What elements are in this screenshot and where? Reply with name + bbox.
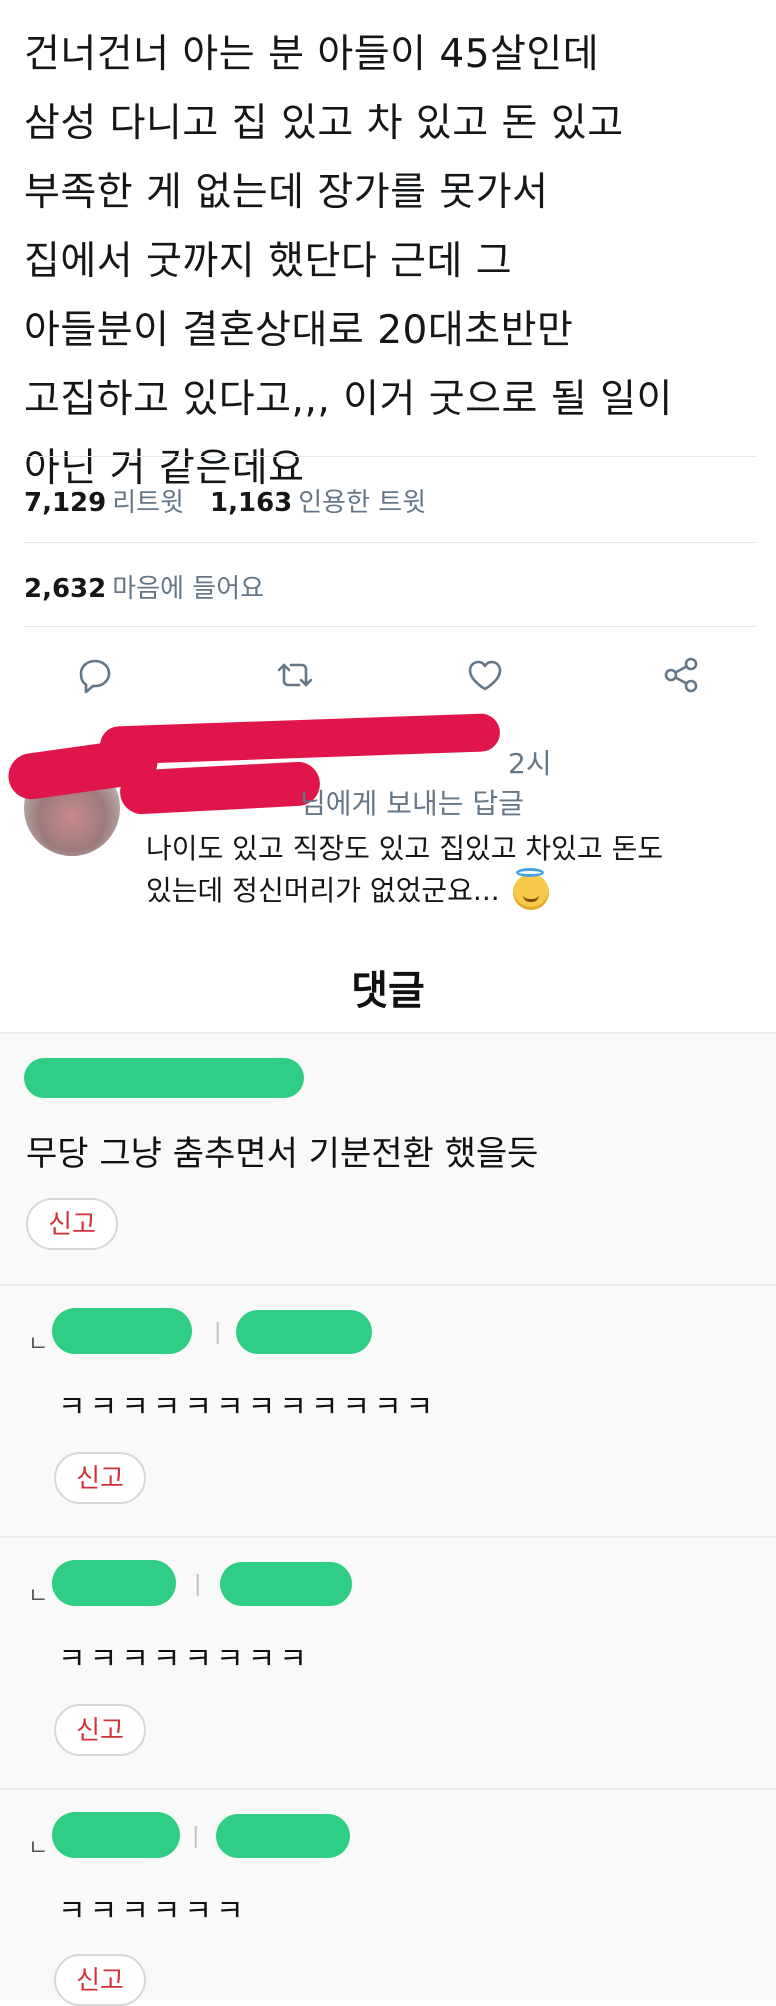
comment-reply: ㄴ | ㅋㅋㅋㅋㅋㅋ 신고 (0, 1790, 776, 2006)
likes-count: 2,632 (24, 574, 107, 604)
report-button[interactable]: 신고 (54, 1704, 146, 1756)
retweet-icon[interactable] (272, 652, 318, 698)
likes-stat[interactable]: 2,632 마음에 들어요 (24, 568, 264, 605)
report-button[interactable]: 신고 (54, 1452, 146, 1504)
redaction-mark (99, 713, 501, 765)
redaction-mark (24, 1058, 304, 1098)
reply-timestamp: 2시 (508, 747, 552, 780)
divider (24, 542, 756, 543)
tweet-line: 부족한 게 없는데 장가를 못가서 (24, 170, 549, 215)
meta-separator: | (214, 1320, 222, 1345)
comment-text: 무당 그냥 춤추면서 기분전환 했을듯 (26, 1134, 539, 1174)
reply-text: 나이도 있고 직장도 있고 집있고 차있고 돈도 있는데 정신머리가 없었군요.… (146, 828, 663, 912)
reply-mark: ㄴ (28, 1584, 49, 1609)
retweets-stat[interactable]: 7,129 리트윗 (24, 488, 184, 518)
reply-comment-text: ㅋㅋㅋㅋㅋㅋㅋㅋㅋㅋㅋㅋ (58, 1390, 438, 1425)
comment-reply: ㄴ | ㅋㅋㅋㅋㅋㅋㅋㅋ 신고 (0, 1538, 776, 1788)
tweet-line: 삼성 다니고 집 있고 차 있고 돈 있고 (24, 101, 624, 146)
tweet-stats-row: 7,129 리트윗 1,163 인용한 트윗 (24, 482, 426, 519)
quotes-label: 인용한 트윗 (298, 488, 427, 518)
comment-reply: ㄴ | ㅋㅋㅋㅋㅋㅋㅋㅋㅋㅋㅋㅋ 신고 (0, 1286, 776, 1536)
divider (24, 626, 756, 627)
redaction-mark (52, 1812, 180, 1858)
redaction-mark (216, 1814, 350, 1858)
tweet-action-bar (0, 652, 776, 698)
redaction-mark (52, 1308, 192, 1354)
redaction-mark (220, 1562, 352, 1606)
share-icon[interactable] (658, 652, 704, 698)
retweets-label: 리트윗 (112, 488, 185, 518)
tweet-line: 집에서 굿까지 했단다 근데 그 (24, 239, 513, 284)
retweets-count: 7,129 (24, 488, 107, 518)
heart-icon[interactable] (462, 652, 508, 698)
tweet-line: 건너건너 아는 분 아들이 45살인데 (24, 32, 600, 77)
divider (24, 456, 756, 457)
reply-line-2: 있는데 정신머리가 없었군요... (146, 868, 663, 912)
halo-emoji-icon (512, 868, 549, 910)
redaction-mark (52, 1560, 176, 1606)
reply-line-text: 있는데 정신머리가 없었군요... (146, 874, 500, 907)
quotes-stat[interactable]: 1,163 인용한 트윗 (210, 488, 426, 518)
tweet-line: 고집하고 있다고,,, 이거 굿으로 될 일이 (24, 377, 673, 422)
reply-icon[interactable] (72, 652, 118, 698)
comments-header: 댓글 (351, 968, 425, 1014)
reply-tweet[interactable]: 2시 님에게 보내는 답글 나이도 있고 직장도 있고 집있고 차있고 돈도 있… (0, 713, 776, 930)
reply-mark: ㄴ (28, 1332, 49, 1357)
replying-to-label: 님에게 보내는 답글 (300, 787, 524, 820)
reply-comment-text: ㅋㅋㅋㅋㅋㅋㅋㅋ (58, 1642, 311, 1677)
tweet-text: 건너건너 아는 분 아들이 45살인데 삼성 다니고 집 있고 차 있고 돈 있… (24, 20, 754, 503)
meta-separator: | (192, 1824, 200, 1849)
redaction-mark (118, 760, 322, 816)
quotes-count: 1,163 (210, 488, 293, 518)
report-button[interactable]: 신고 (26, 1198, 118, 1250)
reply-line: 나이도 있고 직장도 있고 집있고 차있고 돈도 (146, 832, 664, 865)
redaction-mark (236, 1310, 372, 1354)
tweet-line: 아들분이 결혼상대로 20대초반만 (24, 308, 574, 353)
reply-mark: ㄴ (28, 1836, 49, 1861)
report-button[interactable]: 신고 (54, 1954, 146, 2006)
comment: 무당 그냥 춤추면서 기분전환 했을듯 신고 (0, 1034, 776, 1284)
likes-label: 마음에 들어요 (112, 574, 265, 604)
meta-separator: | (194, 1572, 202, 1597)
reply-comment-text: ㅋㅋㅋㅋㅋㅋ (58, 1894, 248, 1929)
